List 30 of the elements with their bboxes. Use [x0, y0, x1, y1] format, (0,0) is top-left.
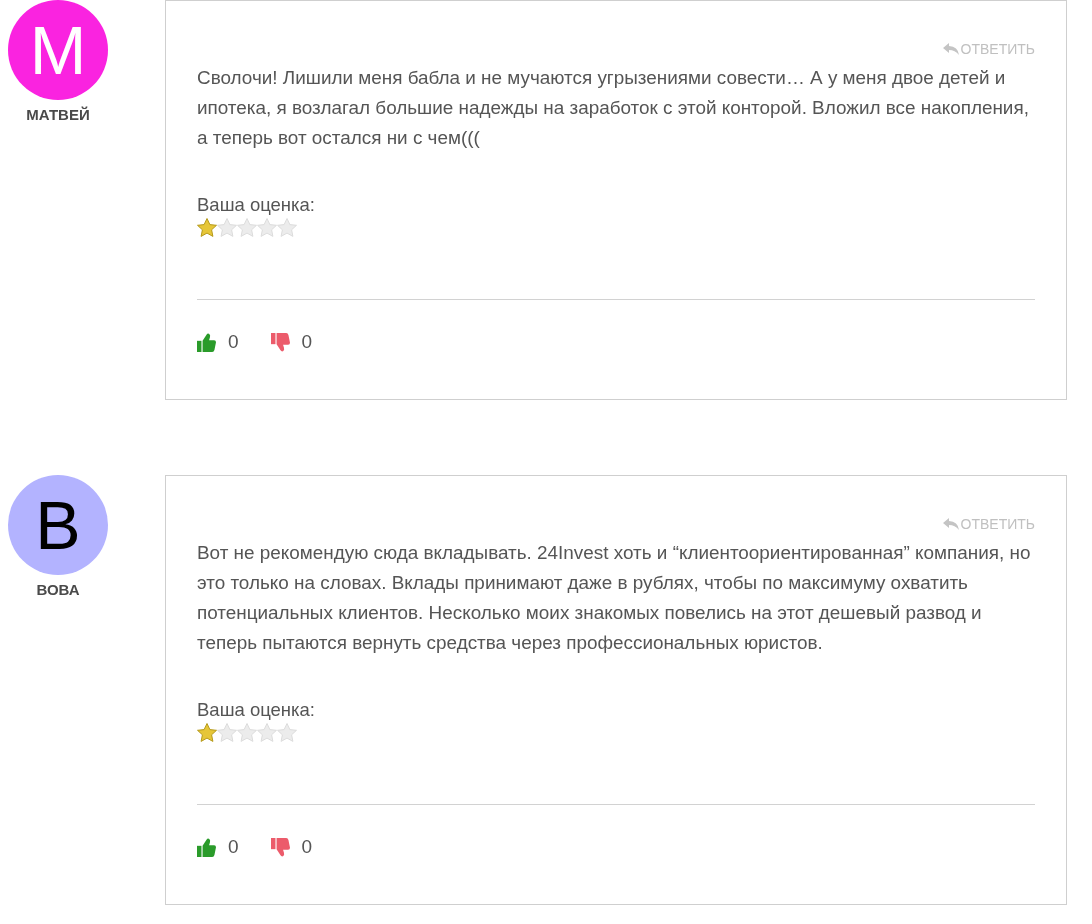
dislike-button[interactable]: 0 [270, 330, 313, 354]
like-button[interactable]: 0 [197, 835, 239, 859]
star-icon [277, 218, 297, 237]
avatar: М [8, 0, 108, 100]
author-name: МАТВЕЙ [26, 106, 90, 123]
thumbs-down-icon [270, 332, 290, 352]
star-icon [217, 218, 237, 237]
reply-arrow-icon [942, 43, 959, 55]
review-text: Вот не рекомендую сюда вкладывать. 24Invest хоть и “клиентоориентированная” компания, но это только на словах. Вклады принимают даже в рублях, чтобы по максимуму охватить потенциальных клиентов. Несколько моих знакомых повелись на этот дешевый развод и теперь пытаются вернуть средства через профессиональных юристов. [197, 541, 1032, 655]
star-rating[interactable] [197, 723, 297, 742]
rating-label: Ваша оценка: [197, 193, 316, 217]
thumbs-down-icon [270, 837, 290, 857]
like-button[interactable]: 0 [197, 330, 239, 354]
rating-label: Ваша оценка: [197, 698, 316, 722]
star-icon [217, 723, 237, 742]
avatar: В [8, 475, 108, 575]
thumbs-up-icon [197, 332, 216, 352]
star-icon [197, 723, 217, 742]
review-text: Сволочи! Лишили меня бабла и не мучаются угрызениями совести… А у меня двое детей и ипотека, я возлагал большие надежды на заработок с этой конторой. Вложил все накопления, а теперь вот остался ни с чем((( [197, 66, 1030, 150]
star-icon [197, 218, 217, 237]
star-icon [277, 723, 297, 742]
star-icon [237, 723, 257, 742]
reply-arrow-icon [942, 518, 959, 530]
star-rating[interactable] [197, 218, 297, 237]
thumbs-up-icon [197, 837, 216, 857]
author-name: ВОВА [36, 581, 80, 598]
star-icon [257, 218, 277, 237]
star-icon [257, 723, 277, 742]
dislike-button[interactable]: 0 [270, 835, 313, 859]
star-icon [237, 218, 257, 237]
